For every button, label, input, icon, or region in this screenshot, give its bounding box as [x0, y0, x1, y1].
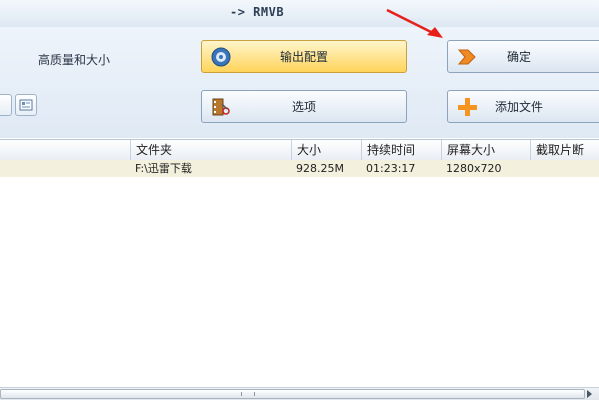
title-bar: -> RMVB	[0, 0, 599, 28]
ok-label: 确定	[506, 50, 531, 64]
column-header-folder[interactable]: 文件夹	[130, 140, 291, 160]
column-header-size[interactable]: 大小	[291, 140, 361, 160]
column-header-name[interactable]	[0, 140, 130, 160]
output-config-label: 输出配置	[279, 50, 328, 64]
column-header-clip[interactable]: 截取片断	[530, 140, 599, 160]
output-config-button[interactable]: 输出配置	[201, 40, 407, 73]
file-list-area[interactable]	[0, 177, 599, 387]
cell-duration: 01:23:17	[366, 162, 416, 175]
table-row[interactable]: F:\迅雷下载 928.25M 01:23:17 1280x720	[0, 160, 599, 177]
quality-label: 高质量和大小	[38, 53, 111, 67]
window-title: -> RMVB	[230, 5, 285, 19]
cell-clip	[530, 160, 599, 177]
add-file-label: 添加文件	[494, 100, 543, 114]
previous-control-button[interactable]	[0, 94, 12, 116]
scrollbar-thumb[interactable]	[0, 389, 585, 399]
info-card-icon	[19, 99, 33, 111]
table-header: 文件夹 大小 持续时间 屏幕大小 截取片断	[0, 139, 599, 161]
scrollbar-grip-icon	[241, 392, 255, 396]
options-label: 选项	[291, 100, 316, 114]
horizontal-scrollbar[interactable]	[0, 387, 599, 400]
column-header-duration[interactable]: 持续时间	[361, 140, 441, 160]
cell-folder: F:\迅雷下载	[135, 162, 192, 175]
scroll-right-arrow-icon[interactable]	[587, 390, 592, 398]
annotation-arrow	[386, 8, 443, 38]
column-header-resolution[interactable]: 屏幕大小	[441, 140, 530, 160]
cell-size: 928.25M	[296, 162, 344, 175]
options-button[interactable]: 选项	[201, 90, 407, 123]
ok-button[interactable]: 确定	[447, 40, 599, 73]
info-card-button[interactable]	[15, 94, 37, 116]
add-file-button[interactable]: 添加文件	[447, 90, 599, 123]
cell-resolution: 1280x720	[446, 162, 502, 175]
